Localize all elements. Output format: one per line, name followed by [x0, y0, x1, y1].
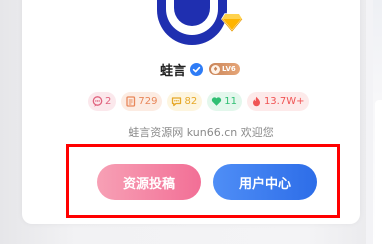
chat-bubble-icon	[172, 97, 182, 107]
stat-posts[interactable]: 729	[121, 92, 163, 111]
vip-diamond-icon	[221, 13, 243, 32]
stat-likes[interactable]: 11	[207, 92, 242, 111]
user-center-button[interactable]: 用户中心	[213, 164, 317, 200]
level-icon: ♦	[211, 64, 221, 74]
heart-icon	[212, 97, 222, 106]
verified-icon	[190, 62, 204, 76]
user-name-row: 蛙言 ♦ LV6	[160, 59, 240, 79]
avatar[interactable]	[157, 0, 227, 45]
adjacent-panel-card	[375, 100, 382, 244]
stat-posts-value: 729	[138, 96, 158, 107]
stat-likes-value: 11	[224, 96, 237, 107]
submit-resource-button[interactable]: 资源投稿	[97, 164, 201, 200]
level-badge: ♦ LV6	[209, 63, 240, 75]
user-name[interactable]: 蛙言	[160, 60, 186, 79]
stat-heat-value: 13.7W+	[263, 96, 305, 107]
stat-coins[interactable]: 82	[167, 92, 203, 111]
document-icon	[126, 96, 136, 107]
stat-coins-value: 82	[184, 96, 198, 107]
stat-heat[interactable]: 13.7W+	[246, 92, 310, 111]
flame-icon	[252, 96, 260, 107]
stats-row: 2 729 82 11 13.7W+	[88, 92, 310, 111]
stat-comments-value: 2	[105, 96, 112, 107]
adjacent-panel-edge	[366, 0, 382, 244]
welcome-text: 蛙言资源网 kun66.cn 欢迎您	[128, 126, 274, 139]
stat-comments[interactable]: 2	[88, 92, 117, 111]
comment-icon	[92, 96, 103, 107]
level-label: LV6	[222, 65, 236, 73]
avatar-ring	[157, 0, 227, 45]
